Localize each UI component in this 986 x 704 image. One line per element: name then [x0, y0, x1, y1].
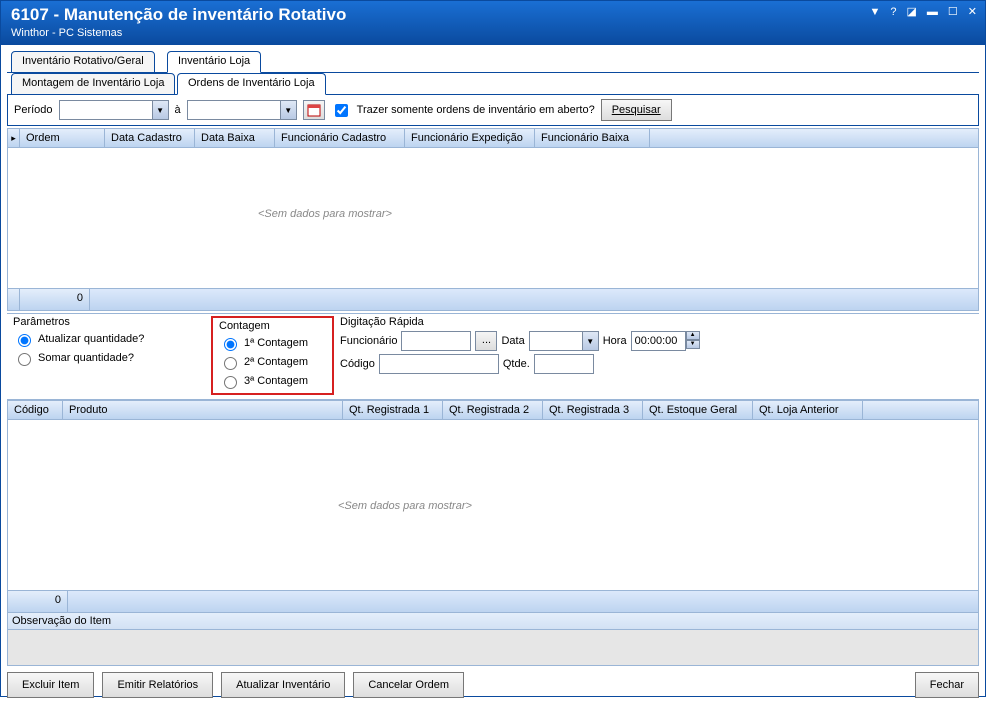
col-func-baixa[interactable]: Funcionário Baixa — [535, 129, 650, 147]
client-area: Inventário Rotativo/Geral Inventário Loj… — [1, 45, 985, 704]
excluir-item-button[interactable]: Excluir Item — [7, 672, 94, 698]
row-handle-header[interactable]: ▸ — [8, 129, 20, 147]
contagem-title: Contagem — [219, 320, 308, 332]
atualizar-inventario-button[interactable]: Atualizar Inventário — [221, 672, 345, 698]
bottom-left-buttons: Excluir Item Emitir Relatórios Atualizar… — [7, 672, 464, 698]
spin-up-icon[interactable]: ▲ — [686, 331, 700, 340]
items-grid-body[interactable]: <Sem dados para mostrar> — [8, 420, 978, 590]
items-grid: Código Produto Qt. Registrada 1 Qt. Regi… — [7, 400, 979, 613]
footer-handle — [8, 289, 20, 310]
orders-grid: ▸ Ordem Data Cadastro Data Baixa Funcion… — [7, 128, 979, 311]
radio-contagem-3[interactable]: 3ª Contagem — [219, 373, 308, 389]
spin-down-icon[interactable]: ▼ — [686, 340, 700, 349]
bottom-button-bar: Excluir Item Emitir Relatórios Atualizar… — [7, 672, 979, 698]
chevron-down-icon[interactable]: ▼ — [582, 332, 598, 350]
items-empty-message: <Sem dados para mostrar> — [338, 500, 472, 512]
chevron-down-icon[interactable]: ▼ — [152, 101, 168, 119]
radio-somar-qtd[interactable]: Somar quantidade? — [13, 350, 193, 366]
col-data-baixa[interactable]: Data Baixa — [195, 129, 275, 147]
tab-montagem[interactable]: Montagem de Inventário Loja — [11, 73, 175, 95]
hora-input[interactable] — [631, 331, 686, 351]
main-tabs: Inventário Rotativo/Geral Inventário Loj… — [7, 51, 979, 73]
digitacao-row2: Código Qtde. — [340, 354, 700, 374]
funcionario-input[interactable] — [401, 331, 471, 351]
period-label: Período — [14, 104, 53, 116]
window-subtitle: Winthor - PC Sistemas — [11, 27, 346, 39]
radio-atualizar-qtd[interactable]: Atualizar quantidade? — [13, 331, 193, 347]
window-title: 6107 - Manutenção de inventário Rotativo — [11, 5, 346, 25]
orders-footer-total: 0 — [20, 289, 90, 310]
col-codigo[interactable]: Código — [8, 401, 63, 419]
col-data-cadastro[interactable]: Data Cadastro — [105, 129, 195, 147]
obs-label: Observação do Item — [7, 613, 979, 630]
digitacao-rapida-group: Digitação Rápida Funcionário ... Data ▼ … — [340, 316, 718, 395]
minimize-icon[interactable]: ▬ — [927, 6, 938, 18]
funcionario-label: Funcionário — [340, 335, 397, 347]
contagem-group: Contagem 1ª Contagem 2ª Contagem 3ª Cont… — [211, 316, 334, 395]
data-combo[interactable]: ▼ — [529, 331, 599, 351]
items-grid-footer: 0 — [8, 590, 978, 612]
codigo-input[interactable] — [379, 354, 499, 374]
radio-contagem-2[interactable]: 2ª Contagem — [219, 354, 308, 370]
col-func-cadastro[interactable]: Funcionário Cadastro — [275, 129, 405, 147]
cancelar-ordem-button[interactable]: Cancelar Ordem — [353, 672, 464, 698]
tab-rotativo-geral[interactable]: Inventário Rotativo/Geral — [11, 51, 155, 73]
close-icon[interactable]: ✕ — [968, 5, 977, 18]
col-qt-loja-ant[interactable]: Qt. Loja Anterior — [753, 401, 863, 419]
period-start-input[interactable]: ▼ — [59, 100, 169, 120]
qtde-label: Qtde. — [503, 358, 530, 370]
radio-contagem-1[interactable]: 1ª Contagem — [219, 335, 308, 351]
hora-label: Hora — [603, 335, 627, 347]
items-grid-header: Código Produto Qt. Registrada 1 Qt. Regi… — [8, 401, 978, 420]
col-qt-reg2[interactable]: Qt. Registrada 2 — [443, 401, 543, 419]
col-produto[interactable]: Produto — [63, 401, 343, 419]
emitir-relatorios-button[interactable]: Emitir Relatórios — [102, 672, 213, 698]
hora-spinner[interactable]: ▲▼ — [631, 331, 700, 351]
chevron-down-icon[interactable]: ▼ — [280, 101, 296, 119]
codigo-label: Código — [340, 358, 375, 370]
tab-inventario-loja[interactable]: Inventário Loja — [167, 51, 261, 73]
period-end-input[interactable]: ▼ — [187, 100, 297, 120]
fechar-button[interactable]: Fechar — [915, 672, 979, 698]
parameters-panel: Parâmetros Atualizar quantidade? Somar q… — [7, 313, 979, 400]
col-qt-reg1[interactable]: Qt. Registrada 1 — [343, 401, 443, 419]
parametros-title: Parâmetros — [13, 316, 193, 328]
funcionario-lookup-button[interactable]: ... — [475, 331, 497, 351]
obs-body[interactable] — [7, 630, 979, 666]
col-qt-reg3[interactable]: Qt. Registrada 3 — [543, 401, 643, 419]
period-to-label: à — [175, 104, 181, 116]
col-func-expedicao[interactable]: Funcionário Expedição — [405, 129, 535, 147]
bottom-right-buttons: Fechar — [915, 672, 979, 698]
maximize-icon[interactable]: ☐ — [948, 5, 958, 18]
orders-grid-footer: 0 — [8, 288, 978, 310]
orders-grid-body[interactable]: <Sem dados para mostrar> — [8, 148, 978, 288]
app-window: 6107 - Manutenção de inventário Rotativo… — [0, 0, 986, 697]
calendar-button[interactable] — [303, 100, 325, 120]
tab-ordens[interactable]: Ordens de Inventário Loja — [177, 73, 326, 95]
data-label: Data — [501, 335, 524, 347]
open-orders-only-label: Trazer somente ordens de inventário em a… — [357, 104, 595, 116]
digitacao-row1: Funcionário ... Data ▼ Hora ▲▼ — [340, 331, 700, 351]
items-footer-total: 0 — [8, 591, 68, 612]
open-orders-only-checkbox[interactable] — [335, 104, 348, 117]
qtde-input[interactable] — [534, 354, 594, 374]
digitacao-title: Digitação Rápida — [340, 316, 718, 328]
parametros-group: Parâmetros Atualizar quantidade? Somar q… — [13, 316, 193, 395]
sub-tabs: Montagem de Inventário Loja Ordens de In… — [7, 73, 979, 95]
titlebar-controls: ▼ ? ◪ ▬ ☐ ✕ — [869, 5, 977, 18]
help-icon[interactable]: ? — [890, 6, 896, 18]
edit-icon[interactable]: ◪ — [907, 5, 917, 18]
col-ordem[interactable]: Ordem — [20, 129, 105, 147]
title-text-block: 6107 - Manutenção de inventário Rotativo… — [11, 5, 346, 39]
orders-empty-message: <Sem dados para mostrar> — [258, 208, 392, 220]
search-button[interactable]: Pesquisar — [601, 99, 672, 121]
period-filter-bar: Período ▼ à ▼ Trazer somente ordens de i… — [7, 95, 979, 126]
titlebar: 6107 - Manutenção de inventário Rotativo… — [1, 1, 985, 45]
calendar-icon — [307, 103, 321, 117]
orders-grid-header: ▸ Ordem Data Cadastro Data Baixa Funcion… — [8, 129, 978, 148]
menu-down-icon[interactable]: ▼ — [869, 6, 880, 18]
spinner-buttons: ▲▼ — [686, 331, 700, 351]
col-qt-estoque[interactable]: Qt. Estoque Geral — [643, 401, 753, 419]
